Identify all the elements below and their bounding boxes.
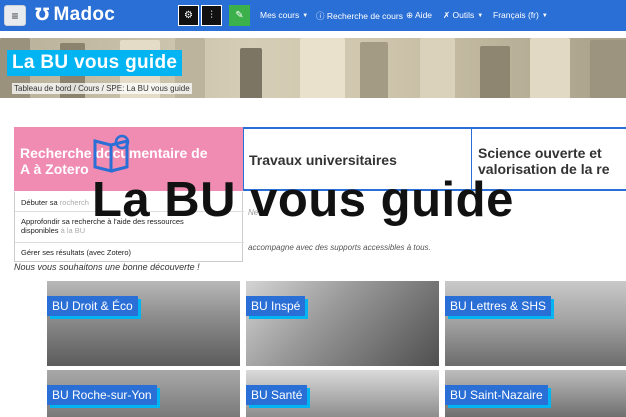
- page-title: La BU vous guide: [7, 50, 183, 76]
- card-bu-lettres-shs[interactable]: BU Lettres & SHS: [445, 281, 626, 366]
- card-photo: [445, 281, 626, 366]
- caret-down-icon: ▼: [477, 12, 484, 19]
- edit-mode-button[interactable]: ✎: [229, 5, 250, 26]
- breadcrumb-item[interactable]: Cours: [78, 84, 99, 93]
- nav-langue[interactable]: Français (fr) ▼: [493, 10, 548, 20]
- card-label: BU Droit & Éco: [47, 296, 138, 316]
- card-bu-saint-nazaire[interactable]: BU Saint-Nazaire: [445, 370, 626, 417]
- card-bu-roche-sur-yon[interactable]: BU Roche-sur-Yon: [47, 370, 240, 417]
- card-label: BU Santé: [246, 385, 308, 405]
- sitemap-button[interactable]: ⫶: [201, 5, 222, 26]
- card-bu-sante[interactable]: BU Santé: [246, 370, 439, 417]
- overlay-headline: La BU vous guide: [92, 173, 514, 227]
- welcome-text: Nous vous souhaitons une bonne découvert…: [14, 262, 200, 272]
- nav-outils-label: Outils: [452, 10, 475, 20]
- breadcrumb-item[interactable]: SPE: La BU vous guide: [106, 84, 190, 93]
- logo-text: Madoc: [53, 4, 116, 25]
- nav-recherche-cours[interactable]: ⓘ Recherche de cours: [316, 10, 403, 22]
- info-icon: ⓘ: [316, 11, 327, 21]
- card-photo: [47, 281, 240, 366]
- card-label: BU Roche-sur-Yon: [47, 385, 157, 405]
- intro-text: accompagne avec des supports accessibles…: [248, 243, 431, 252]
- breadcrumb: Tableau de bord / Cours / SPE: La BU vou…: [12, 83, 192, 94]
- top-navbar: ≡ ℧ Madoc ⚙ ⫶ ✎ Mes cours ▼ ⓘ Recherche d…: [0, 0, 626, 31]
- sitemap-icon: ⫶: [210, 10, 213, 21]
- breadcrumb-item[interactable]: Tableau de bord: [14, 84, 71, 93]
- card-photo: [246, 281, 439, 366]
- card-bu-droit-eco[interactable]: BU Droit & Éco: [47, 281, 240, 366]
- caret-down-icon: ▼: [541, 12, 548, 19]
- cog-icon: ⚙: [184, 10, 193, 21]
- tab-label: Science ouverte et: [478, 145, 602, 161]
- card-label: BU Inspé: [246, 296, 306, 316]
- block-settings-button[interactable]: ⚙: [178, 5, 199, 26]
- globe-icon: ⊕: [406, 10, 416, 20]
- hamburger-icon: ≡: [11, 8, 19, 23]
- nav-langue-label: Français (fr): [493, 10, 539, 20]
- site-logo[interactable]: ℧ Madoc: [35, 4, 115, 26]
- nav-mes-cours[interactable]: Mes cours ▼: [260, 10, 308, 20]
- edit-icon: ✎: [235, 10, 244, 21]
- nav-recherche-label: Recherche de cours: [326, 11, 403, 21]
- tab-travaux-universitaires[interactable]: Travaux universitaires: [249, 152, 397, 168]
- caret-down-icon: ▼: [302, 12, 309, 19]
- dropdown-item-zotero[interactable]: Gérer ses résultats (avec Zotero): [21, 248, 131, 257]
- card-bu-inspe[interactable]: BU Inspé: [246, 281, 439, 366]
- nav-aide-label: Aide: [415, 10, 433, 20]
- menu-toggle-button[interactable]: ≡: [4, 5, 26, 26]
- tab-label: Travaux universitaires: [249, 152, 397, 168]
- card-label: BU Saint-Nazaire: [445, 385, 548, 405]
- logo-mark-icon: ℧: [35, 5, 50, 25]
- card-label: BU Lettres & SHS: [445, 296, 552, 316]
- nav-aide[interactable]: ⊕ Aide: [406, 10, 432, 21]
- nav-outils[interactable]: ✗ Outils ▼: [443, 10, 483, 21]
- book-search-icon: [93, 134, 130, 173]
- dropdown-item-debuter[interactable]: Débuter sa rocherch: [21, 198, 89, 207]
- nav-mes-cours-label: Mes cours: [260, 10, 300, 20]
